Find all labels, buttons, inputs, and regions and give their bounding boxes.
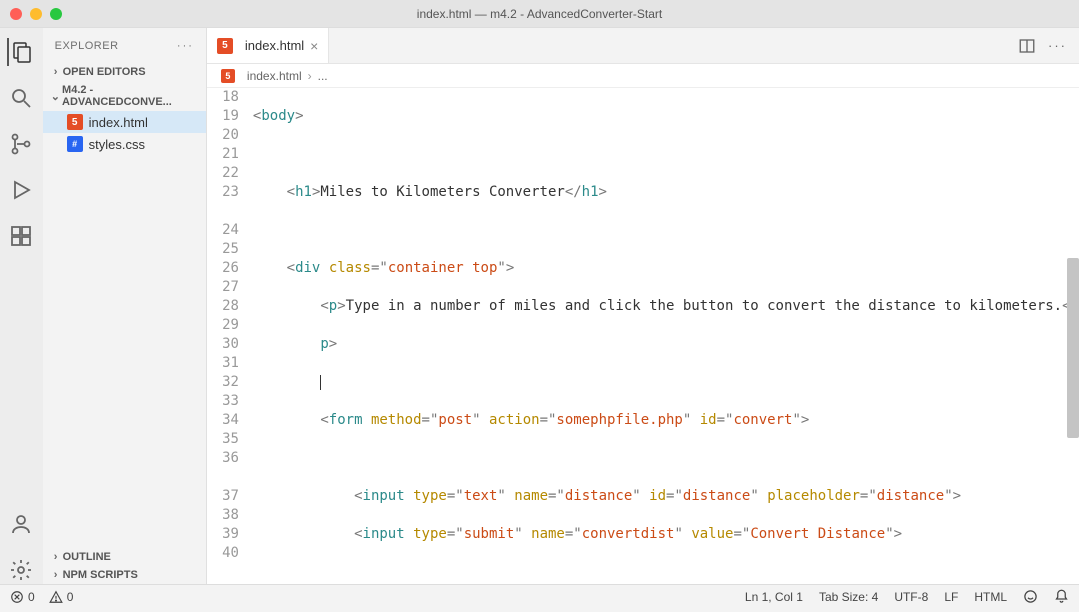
html5-icon: 5 [221,69,235,83]
line-gutter: 1819202122232425262728293031323334353637… [207,88,253,584]
language-mode[interactable]: HTML [974,590,1007,604]
status-bar: 0 0 Ln 1, Col 1 Tab Size: 4 UTF-8 LF HTM… [0,584,1079,608]
folder-section[interactable]: ⌄ M4.2 - ADVANCEDCONVE... [43,81,206,111]
maximize-window-button[interactable] [50,8,62,20]
explorer-icon[interactable] [7,38,35,66]
close-tab-icon[interactable]: × [310,38,318,54]
file-index-html[interactable]: 5 index.html [43,111,206,133]
encoding[interactable]: UTF-8 [894,590,928,604]
editor-area: 5 index.html × ··· 5 index.html › ... 18… [207,28,1079,584]
sidebar-more-icon[interactable]: ··· [177,40,194,52]
outline-section[interactable]: › OUTLINE [43,548,206,566]
code-content[interactable]: <body> <h1>Miles to Kilometers Converter… [253,88,1079,584]
warnings-icon[interactable]: 0 [49,590,74,604]
html5-icon: 5 [67,114,83,130]
open-editors-section[interactable]: › OPEN EDITORS [43,63,206,81]
explorer-title: EXPLORER [55,40,119,52]
traffic-lights [0,8,62,20]
window-title: index.html — m4.2 - AdvancedConverter-St… [0,7,1079,21]
npm-scripts-section[interactable]: › NPM SCRIPTS [43,566,206,584]
activity-bar [0,28,43,584]
eol[interactable]: LF [944,590,958,604]
settings-gear-icon[interactable] [7,556,35,584]
close-window-button[interactable] [10,8,22,20]
scroll-thumb[interactable] [1067,258,1079,438]
sidebar: EXPLORER ··· › OPEN EDITORS ⌄ M4.2 - ADV… [43,28,207,584]
cursor-position[interactable]: Ln 1, Col 1 [745,590,803,604]
search-icon[interactable] [7,84,35,112]
split-editor-icon[interactable] [1018,37,1036,55]
notifications-icon[interactable] [1054,589,1069,604]
feedback-icon[interactable] [1023,589,1038,604]
code-editor[interactable]: 1819202122232425262728293031323334353637… [207,88,1079,584]
file-styles-css[interactable]: # styles.css [43,133,206,155]
tab-index-html[interactable]: 5 index.html × [207,28,329,63]
chevron-right-icon: › [49,551,63,563]
breadcrumb[interactable]: 5 index.html › ... [207,64,1079,88]
chevron-right-icon: › [49,66,63,78]
tab-size[interactable]: Tab Size: 4 [819,590,878,604]
extensions-icon[interactable] [7,222,35,250]
chevron-right-icon: › [49,569,63,581]
errors-icon[interactable]: 0 [10,590,35,604]
run-debug-icon[interactable] [7,176,35,204]
minimize-window-button[interactable] [30,8,42,20]
tab-bar: 5 index.html × ··· [207,28,1079,64]
text-cursor [320,375,321,390]
account-icon[interactable] [7,510,35,538]
chevron-down-icon: ⌄ [49,90,62,103]
html5-icon: 5 [217,38,233,54]
css-icon: # [67,136,83,152]
titlebar: index.html — m4.2 - AdvancedConverter-St… [0,0,1079,28]
editor-scrollbar[interactable] [1067,88,1079,584]
sidebar-header: EXPLORER ··· [43,28,206,63]
file-tree: 5 index.html # styles.css [43,111,206,155]
more-actions-icon[interactable]: ··· [1048,38,1067,53]
source-control-icon[interactable] [7,130,35,158]
